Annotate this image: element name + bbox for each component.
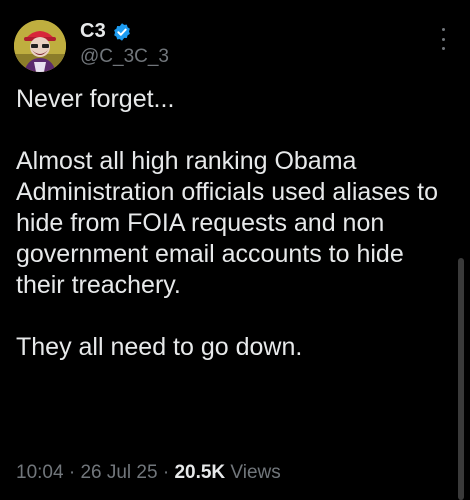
avatar-image — [14, 20, 66, 72]
verified-badge-icon — [112, 22, 132, 42]
avatar[interactable] — [14, 20, 66, 72]
more-dot — [441, 47, 445, 50]
author-name-row[interactable]: C3 — [80, 20, 132, 43]
more-dot — [441, 37, 445, 41]
meta-separator: · — [157, 462, 175, 483]
views-count[interactable]: 20.5K — [174, 462, 225, 483]
author-handle[interactable]: @C_3C_3 — [80, 46, 169, 68]
post-paragraph: Never forget... — [16, 85, 175, 113]
scrollbar[interactable] — [458, 258, 464, 500]
post-paragraph: They all need to go down. — [16, 333, 303, 361]
more-dot — [441, 28, 445, 31]
post-paragraph: Almost all high ranking Obama Administra… — [16, 147, 438, 299]
views-label: Views — [225, 462, 281, 483]
post-meta: 10:04 · 26 Jul 25 · 20.5K Views — [16, 462, 281, 484]
meta-separator: · — [63, 462, 81, 483]
more-vertical-icon[interactable] — [440, 28, 446, 50]
post-date[interactable]: 26 Jul 25 — [80, 462, 157, 483]
post-card: C3 @C_3C_3 Never forget... Almost all hi… — [0, 0, 470, 500]
post-time[interactable]: 10:04 — [16, 462, 64, 483]
post-body: Never forget... Almost all high ranking … — [16, 84, 446, 363]
display-name[interactable]: C3 — [80, 20, 106, 43]
